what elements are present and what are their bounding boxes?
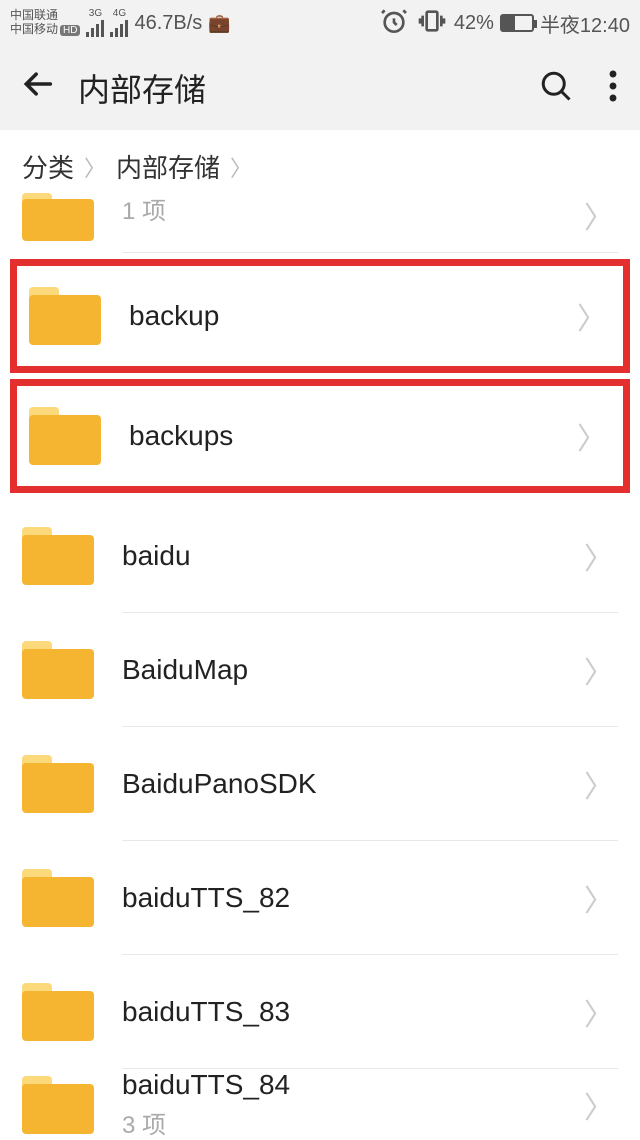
- list-item[interactable]: backups 〉: [17, 386, 623, 486]
- list-item[interactable]: BaiduPanoSDK 〉: [0, 727, 640, 841]
- carrier-labels: 中国联通 中国移动HD: [10, 8, 80, 38]
- status-bar: 中国联通 中国移动HD 3G 4G 46.7B/s 💼 42% 半夜12:40: [0, 0, 640, 46]
- folder-name: BaiduMap: [122, 654, 580, 686]
- folder-icon: [22, 641, 94, 699]
- list-item[interactable]: backup 〉: [17, 266, 623, 366]
- chevron-right-icon: 〉: [573, 414, 611, 458]
- list-item[interactable]: baiduTTS_83 〉: [0, 955, 640, 1069]
- chevron-right-icon: 〉: [580, 648, 618, 692]
- chevron-right-icon: 〉: [580, 876, 618, 920]
- chevron-right-icon: 〉: [84, 151, 106, 183]
- status-time: 半夜12:40: [540, 9, 630, 38]
- status-left: 中国联通 中国移动HD 3G 4G 46.7B/s 💼: [10, 8, 231, 38]
- highlight-annotation: backups 〉: [10, 379, 630, 493]
- folder-meta: 1 项: [122, 191, 580, 226]
- chevron-right-icon: 〉: [580, 762, 618, 806]
- breadcrumb-item[interactable]: 内部存储: [116, 148, 220, 185]
- alarm-icon: [378, 5, 410, 42]
- list-item[interactable]: 1 项 〉: [0, 193, 640, 253]
- signal-block-2: 4G: [110, 9, 128, 37]
- folder-icon: [29, 407, 101, 465]
- more-menu-button[interactable]: [608, 68, 618, 109]
- carrier-1: 中国联通: [10, 8, 80, 22]
- highlight-annotation: backup 〉: [10, 259, 630, 373]
- signal-bars-icon: [110, 19, 128, 37]
- folder-icon: [22, 1076, 94, 1134]
- page-title: 内部存储: [78, 65, 538, 111]
- list-item[interactable]: baiduTTS_84 3 项 〉: [0, 1069, 640, 1140]
- search-button[interactable]: [538, 68, 574, 109]
- chevron-right-icon: 〉: [230, 151, 252, 183]
- app-bar: 内部存储: [0, 46, 640, 130]
- folder-name: baiduTTS_83: [122, 996, 580, 1028]
- breadcrumb-item[interactable]: 分类: [22, 148, 74, 185]
- battery-icon: [500, 14, 534, 32]
- folder-name: baidu: [122, 540, 580, 572]
- chevron-right-icon: 〉: [580, 1083, 618, 1127]
- folder-icon: [29, 287, 101, 345]
- folder-icon: [22, 755, 94, 813]
- chevron-right-icon: 〉: [580, 534, 618, 578]
- chevron-right-icon: 〉: [573, 294, 611, 338]
- back-button[interactable]: [22, 67, 56, 110]
- briefcase-icon: 💼: [208, 13, 230, 34]
- list-item[interactable]: baiduTTS_82 〉: [0, 841, 640, 955]
- breadcrumb: 分类 〉 内部存储 〉: [0, 130, 640, 193]
- chevron-right-icon: 〉: [580, 990, 618, 1034]
- hd-badge: HD: [60, 25, 80, 36]
- folder-name: backups: [129, 420, 573, 452]
- signal-block-1: 3G: [86, 9, 104, 37]
- folder-icon: [22, 983, 94, 1041]
- list-item[interactable]: BaiduMap 〉: [0, 613, 640, 727]
- network-speed: 46.7B/s: [134, 12, 202, 35]
- folder-meta: 3 项: [122, 1105, 580, 1140]
- folder-icon: [22, 527, 94, 585]
- folder-name: baiduTTS_82: [122, 882, 580, 914]
- folder-name: backup: [129, 300, 573, 332]
- folder-icon: [22, 869, 94, 927]
- vibrate-icon: [416, 5, 448, 42]
- folder-icon: [22, 193, 94, 241]
- carrier-2: 中国移动HD: [10, 22, 80, 38]
- list-item[interactable]: baidu 〉: [0, 499, 640, 613]
- folder-name: baiduTTS_84: [122, 1069, 580, 1101]
- chevron-right-icon: 〉: [580, 193, 618, 237]
- folder-name: BaiduPanoSDK: [122, 768, 580, 800]
- battery-percent: 42%: [454, 12, 494, 35]
- file-list: 1 项 〉 backup 〉 backups 〉 baidu 〉: [0, 193, 640, 1140]
- signal-bars-icon: [86, 19, 104, 37]
- status-right: 42% 半夜12:40: [378, 5, 630, 42]
